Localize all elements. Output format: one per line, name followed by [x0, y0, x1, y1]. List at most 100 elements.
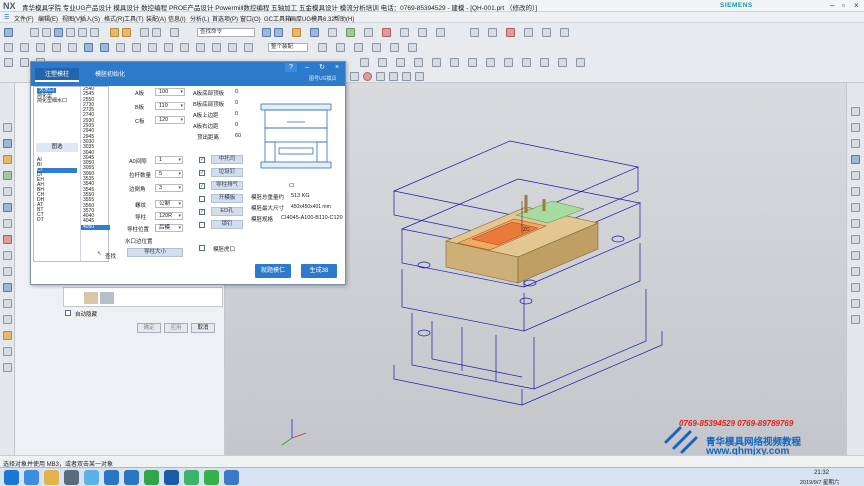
shaded-icon[interactable] [292, 28, 301, 37]
bom-icon[interactable] [576, 58, 585, 67]
maximize-icon[interactable]: ▫ [842, 1, 845, 10]
dialog-close-icon[interactable]: × [331, 63, 343, 72]
check-box[interactable]: ✓ [199, 157, 205, 163]
generate-button[interactable]: 生成38 [301, 264, 337, 278]
menu-window[interactable]: 窗口(O) [240, 14, 261, 23]
pocket-icon[interactable] [148, 43, 157, 52]
electrode-icon[interactable] [558, 58, 567, 67]
menu-gc-toolbox[interactable]: GC工具箱 [264, 14, 291, 23]
ok-button[interactable]: 确定 [137, 323, 161, 333]
check-label[interactable]: 导柱排气 [211, 181, 243, 190]
param-select[interactable]: 后模 ▾ [155, 224, 183, 232]
section-icon[interactable] [346, 28, 355, 37]
rt-wire-icon[interactable] [851, 171, 860, 180]
rt-layer-icon[interactable] [851, 299, 860, 308]
close-icon[interactable]: × [854, 1, 859, 10]
option-value[interactable]: 0 [235, 122, 238, 128]
constraint-nav-icon[interactable] [3, 139, 12, 148]
open-checkbox[interactable] [199, 245, 205, 251]
rt-material-icon[interactable] [851, 235, 860, 244]
app-icon[interactable] [64, 470, 79, 485]
option-value[interactable]: 0 [235, 89, 238, 95]
snap-icon[interactable] [382, 28, 391, 37]
menu-tools[interactable]: 工具(T) [124, 14, 144, 23]
menu-info[interactable]: 信息(I) [168, 14, 186, 23]
command-search[interactable]: 查找命令 [197, 28, 255, 37]
assembly-nav-icon[interactable] [3, 123, 12, 132]
hd3d-icon[interactable] [3, 187, 12, 196]
patch-icon[interactable] [390, 43, 399, 52]
check-label[interactable]: 开模板 [211, 194, 243, 203]
menu-help[interactable]: 帮助(H) [334, 14, 354, 23]
menu-mold-plugin[interactable]: 画厚UG模具6.32 [290, 14, 335, 23]
zoom-icon[interactable] [274, 28, 283, 37]
mold-base-list[interactable]: 大水口 简化型 简化型细水口 图选 AI BI CI DI EH AH BH C… [33, 86, 110, 262]
rt-render-icon[interactable] [851, 251, 860, 260]
manufacturing-wizard-icon[interactable] [3, 267, 12, 276]
selection-filter[interactable]: 整个装配 [268, 43, 308, 52]
subtract-icon[interactable] [506, 28, 515, 37]
menu-view[interactable]: 视图(V) [62, 14, 82, 23]
menu-edit[interactable]: 编辑(E) [38, 14, 58, 23]
size-item-selected[interactable]: 4050 [81, 224, 110, 231]
param-select[interactable]: 3 ▾ [155, 184, 183, 192]
layer-settings-icon[interactable] [400, 28, 409, 37]
hole-icon[interactable] [116, 43, 125, 52]
start-icon[interactable] [4, 28, 13, 37]
slider-icon[interactable] [396, 58, 405, 67]
minimize-icon[interactable]: – [830, 1, 834, 10]
rt-light-icon[interactable] [851, 219, 860, 228]
render-icon[interactable] [328, 28, 337, 37]
check-box[interactable]: ✓ [199, 209, 205, 215]
rt-hidden-icon[interactable] [851, 187, 860, 196]
auto-hide-checkbox[interactable] [65, 310, 71, 316]
rt-orient-top-icon[interactable] [851, 107, 860, 116]
menu-analysis[interactable]: 分析(L) [190, 14, 209, 23]
list-type-item[interactable]: 简化型细水口 [37, 99, 67, 104]
param-icon[interactable] [20, 58, 29, 67]
delete-face-icon[interactable] [336, 43, 345, 52]
trim-icon[interactable] [524, 28, 533, 37]
menu-preferences[interactable]: 首选项(P) [212, 14, 238, 23]
size-list[interactable]: 2540 2545 2550 2730 2735 2740 2930 2935 … [80, 87, 110, 261]
figure-select-tab[interactable]: 图选 [36, 143, 78, 152]
mirror-icon[interactable] [228, 43, 237, 52]
draft-icon[interactable] [180, 43, 189, 52]
move-face-icon[interactable] [354, 43, 363, 52]
app-icon[interactable] [84, 470, 99, 485]
option-value[interactable]: 0 [235, 100, 238, 106]
option-value[interactable]: 0 [235, 111, 238, 117]
screw-icon[interactable] [486, 58, 495, 67]
app-icon[interactable] [204, 470, 219, 485]
support-icon[interactable] [504, 58, 513, 67]
snap-center-icon[interactable] [363, 72, 372, 81]
mold-base-icon[interactable] [378, 58, 387, 67]
wcs-icon[interactable] [418, 28, 427, 37]
plate-b-select[interactable]: 110 ▾ [155, 102, 185, 110]
snap-point-icon[interactable] [376, 72, 385, 81]
unite-icon[interactable] [244, 43, 253, 52]
wechat-icon[interactable] [144, 470, 159, 485]
system-scene-icon[interactable] [3, 299, 12, 308]
pattern-icon[interactable] [212, 43, 221, 52]
split-icon[interactable] [408, 43, 417, 52]
help-icon[interactable] [170, 28, 179, 37]
mold-wizard-icon[interactable] [360, 58, 369, 67]
explorer-icon[interactable] [44, 470, 59, 485]
edit-icon[interactable] [4, 58, 13, 67]
arc-icon[interactable] [36, 43, 45, 52]
check-box[interactable] [199, 196, 205, 202]
param-select[interactable]: 1 ▾ [155, 156, 183, 164]
chamfer-icon[interactable] [560, 28, 569, 37]
select-filter-icon[interactable] [350, 72, 359, 81]
system-materials-icon[interactable] [3, 235, 12, 244]
extrude-icon[interactable] [488, 28, 497, 37]
check-label[interactable]: 垃圾钉 [211, 168, 243, 177]
dialog-refresh-icon[interactable]: ↻ [316, 63, 328, 72]
new-icon[interactable] [30, 28, 39, 37]
point-icon[interactable] [4, 43, 13, 52]
guide-size-button[interactable]: 导柱大小 [127, 248, 183, 257]
boss-icon[interactable] [132, 43, 141, 52]
letter-item-selected[interactable]: CI [37, 168, 77, 173]
runner-icon[interactable] [450, 58, 459, 67]
